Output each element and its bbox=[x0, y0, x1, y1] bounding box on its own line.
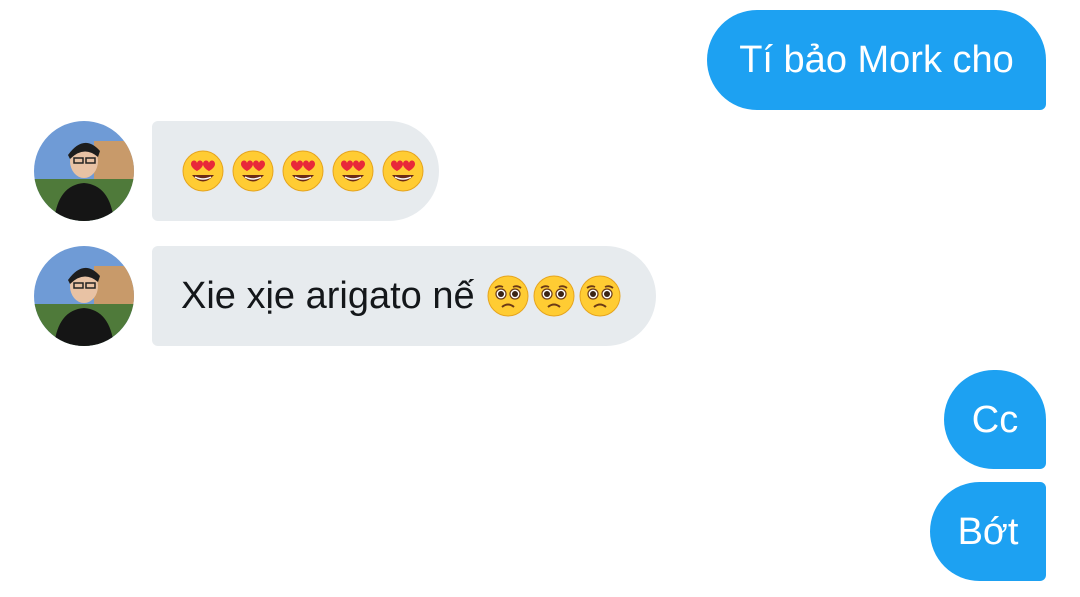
message-bubble-outgoing[interactable]: Bớt bbox=[930, 482, 1046, 581]
heart-eyes-emoji-icon bbox=[382, 150, 424, 192]
message-bubble-incoming[interactable]: Xie xịe arigato nế bbox=[152, 246, 656, 346]
pleading-face-emoji-icon bbox=[533, 275, 575, 317]
message-text: Xie xịe arigato nế bbox=[181, 275, 475, 317]
heart-eyes-emoji-icon bbox=[332, 150, 374, 192]
message-text: Tí bảo Mork cho bbox=[739, 39, 1014, 81]
heart-eyes-emoji-icon bbox=[282, 150, 324, 192]
contact-avatar[interactable] bbox=[34, 246, 134, 346]
heart-eyes-emoji-icon bbox=[232, 150, 274, 192]
avatar-image bbox=[34, 246, 134, 346]
contact-avatar[interactable] bbox=[34, 121, 134, 221]
message-text: Bớt bbox=[957, 510, 1019, 553]
avatar-image bbox=[34, 121, 134, 221]
heart-eyes-emoji-icon bbox=[182, 150, 224, 192]
pleading-face-emoji-icon bbox=[487, 275, 529, 317]
message-bubble-outgoing[interactable]: Cc bbox=[944, 370, 1046, 469]
emoji-row bbox=[487, 275, 621, 317]
emoji-row bbox=[182, 150, 424, 192]
message-text: Cc bbox=[971, 398, 1019, 441]
pleading-face-emoji-icon bbox=[579, 275, 621, 317]
message-bubble-incoming[interactable] bbox=[152, 121, 439, 221]
message-bubble-outgoing[interactable]: Tí bảo Mork cho bbox=[707, 10, 1046, 110]
